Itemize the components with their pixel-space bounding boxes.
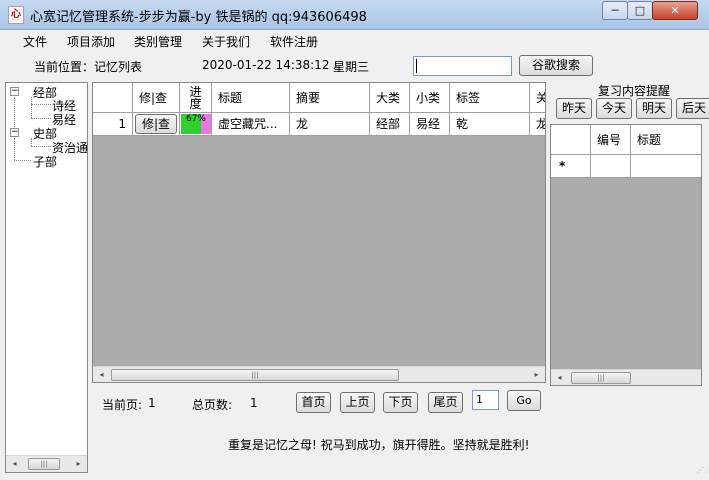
scroll-thumb[interactable]: ||| — [111, 369, 399, 381]
weekday-label: 星期三 — [333, 60, 370, 74]
first-page-button[interactable]: 首页 — [296, 392, 331, 413]
scroll-right-icon[interactable]: ▸ — [528, 367, 545, 382]
menu-add-item[interactable]: 项目添加 — [67, 33, 115, 50]
total-pages-value: 1 — [250, 396, 258, 410]
close-button[interactable]: ✕ — [652, 1, 698, 20]
minimize-button[interactable]: ─ — [602, 1, 628, 20]
tree-node-zibu[interactable]: 子部 — [33, 153, 57, 170]
location-label: 当前位置：记忆列表 — [34, 60, 143, 74]
prev-page-button[interactable]: 上页 — [340, 392, 375, 413]
memory-list-grid[interactable]: 修|查 进度 标题 摘要 大类 小类 标签 关 1 修|查 67% 虚空藏咒..… — [92, 82, 546, 383]
app-icon: 心 — [8, 6, 24, 24]
cell-tag[interactable]: 乾 — [450, 113, 530, 136]
text-caret — [416, 59, 417, 73]
scroll-right-icon[interactable]: ▸ — [70, 456, 87, 472]
column-header-subcategory[interactable]: 小类 — [410, 83, 450, 113]
scroll-left-icon[interactable]: ◂ — [93, 367, 110, 382]
maximize-button[interactable]: □ — [627, 1, 653, 20]
scroll-thumb[interactable]: ||| — [571, 372, 631, 384]
yesterday-button[interactable]: 昨天 — [556, 98, 592, 119]
next-page-button[interactable]: 下页 — [383, 392, 418, 413]
total-pages-label: 总页数: — [192, 398, 233, 412]
menu-category-manage[interactable]: 类别管理 — [134, 33, 182, 50]
title-bar: 心 心宽记忆管理系统-步步为赢-by 铁是锅的 qq:943606498 ─ □… — [0, 0, 709, 30]
row-number: 1 — [93, 113, 133, 136]
grid-header: 修|查 进度 标题 摘要 大类 小类 标签 关 — [93, 83, 545, 113]
day-after-tomorrow-button[interactable]: 后天 — [676, 98, 709, 119]
scroll-thumb[interactable]: ||| — [28, 458, 60, 470]
review-grid[interactable]: 编号 标题 * ◂ ||| — [550, 124, 702, 386]
table-row[interactable]: 1 修|查 67% 虚空藏咒... 龙 经部 易经 乾 龙 — [93, 113, 545, 136]
motto-text: 重复是记忆之母! 祝马到成功，旗开得胜。坚持就是胜利! — [228, 438, 530, 452]
collapse-icon[interactable]: − — [10, 128, 19, 137]
last-page-button[interactable]: 尾页 — [428, 392, 463, 413]
tree-node-zizhitong[interactable]: 资治通 — [52, 139, 87, 156]
cell-category[interactable]: 经部 — [370, 113, 410, 136]
cell-number[interactable] — [591, 155, 631, 178]
current-page-label: 当前页: — [102, 398, 143, 412]
row-header-corner — [551, 125, 591, 155]
collapse-icon[interactable]: − — [10, 87, 19, 96]
page-number-input[interactable]: 1 — [472, 390, 499, 410]
tomorrow-button[interactable]: 明天 — [636, 98, 672, 119]
cell-title[interactable] — [631, 155, 701, 178]
row-header-corner — [93, 83, 133, 113]
review-horizontal-scrollbar[interactable]: ◂ ||| — [551, 369, 701, 385]
scroll-left-icon[interactable]: ◂ — [551, 370, 568, 385]
column-header-title[interactable]: 标题 — [631, 125, 701, 155]
menu-software-register[interactable]: 软件注册 — [270, 33, 318, 50]
column-header-category[interactable]: 大类 — [370, 83, 410, 113]
menu-file[interactable]: 文件 — [23, 33, 47, 50]
go-button[interactable]: Go — [507, 390, 541, 411]
cell-subcategory[interactable]: 易经 — [410, 113, 450, 136]
window-title: 心宽记忆管理系统-步步为赢-by 铁是锅的 qq:943606498 — [30, 10, 367, 25]
today-button[interactable]: 今天 — [596, 98, 632, 119]
column-header-extra[interactable]: 关 — [530, 83, 545, 113]
column-header-number[interactable]: 编号 — [591, 125, 631, 155]
column-header-action[interactable]: 修|查 — [133, 83, 180, 113]
datetime-label: 2020-01-22 14:38:12 — [202, 58, 330, 72]
progress-label: 67% — [185, 114, 206, 124]
search-input[interactable] — [413, 56, 512, 76]
scroll-left-icon[interactable]: ◂ — [6, 456, 23, 472]
cell-summary[interactable]: 龙 — [290, 113, 370, 136]
cell-extra[interactable]: 龙 — [530, 113, 545, 136]
progress-bar: 67% — [181, 114, 211, 134]
grid-horizontal-scrollbar[interactable]: ◂ ||| ▸ — [93, 366, 545, 382]
tree-horizontal-scrollbar[interactable]: ◂ ||| ▸ — [6, 455, 87, 472]
google-search-button[interactable]: 谷歌搜索 — [519, 55, 593, 76]
column-header-progress[interactable]: 进度 — [180, 83, 212, 113]
cell-title[interactable]: 虚空藏咒... — [212, 113, 290, 136]
category-tree[interactable]: − 经部 诗经 易经 − 史部 资治通 子部 ◂ ||| ▸ — [5, 82, 88, 473]
column-header-summary[interactable]: 摘要 — [290, 83, 370, 113]
resize-grip-icon[interactable]: ⋰⋰ — [697, 467, 709, 478]
column-header-title[interactable]: 标题 — [212, 83, 290, 113]
grid-empty-area — [93, 136, 545, 366]
edit-view-button[interactable]: 修|查 — [135, 114, 177, 134]
column-header-tag[interactable]: 标签 — [450, 83, 530, 113]
current-page-value: 1 — [148, 396, 156, 410]
review-reminder-title: 复习内容提醒 — [598, 84, 671, 98]
menu-about-us[interactable]: 关于我们 — [202, 33, 250, 50]
new-row-marker: * — [551, 155, 591, 178]
